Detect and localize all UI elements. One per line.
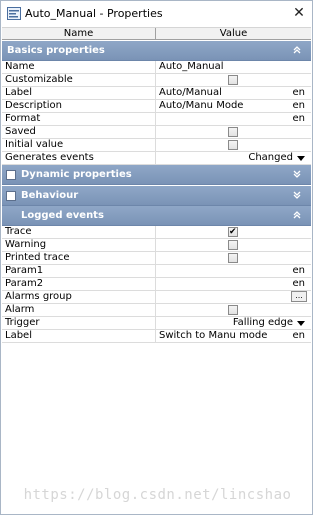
section-behaviour-checkbox[interactable] [6, 191, 16, 201]
language-badge[interactable]: en [293, 278, 306, 290]
trace-checkbox[interactable] [228, 226, 238, 238]
property-value[interactable]: en [156, 278, 311, 290]
property-value [156, 226, 311, 238]
alarms-group-browse-button[interactable]: ... [291, 291, 307, 302]
section-dynamic-label: Dynamic properties [21, 169, 132, 180]
property-value [156, 139, 311, 151]
chevron-double-down-icon[interactable] [291, 189, 303, 201]
property-name: Saved [2, 126, 156, 138]
property-name: Trigger [2, 317, 156, 329]
property-row-label[interactable]: Label Auto/Manual en [2, 87, 311, 100]
section-dynamic-properties[interactable]: Dynamic properties [2, 165, 311, 185]
title-bar[interactable]: Auto_Manual - Properties ✕ [1, 1, 312, 26]
property-row-alarm[interactable]: Alarm [2, 304, 311, 317]
property-name: Label [2, 330, 156, 342]
section-logged-events[interactable]: Logged events [2, 206, 311, 226]
property-name: Label [2, 87, 156, 99]
chevron-double-down-icon[interactable] [291, 168, 303, 180]
property-row-trace[interactable]: Trace [2, 226, 311, 239]
property-row-alarms-group[interactable]: Alarms group ... [2, 291, 311, 304]
property-row-initial-value[interactable]: Initial value [2, 139, 311, 152]
property-row-param2[interactable]: Param2 en [2, 278, 311, 291]
property-value[interactable]: en [156, 265, 311, 277]
property-row-name[interactable]: Name Auto_Manual [2, 61, 311, 74]
property-row-generates-events[interactable]: Generates events Changed [2, 152, 311, 165]
logged-events-rows: Trace Warning Printed trace Param1 en [2, 226, 311, 343]
property-name: Description [2, 100, 156, 112]
property-name: Generates events [2, 152, 156, 164]
property-name: Param1 [2, 265, 156, 277]
description-value-input[interactable]: Auto/Manu Mode [159, 100, 243, 111]
property-value [156, 74, 311, 86]
language-badge[interactable]: en [293, 330, 306, 342]
property-value [156, 126, 311, 138]
property-name: Alarms group [2, 291, 156, 303]
property-value [156, 304, 311, 316]
properties-app-icon [7, 7, 21, 20]
property-value-input[interactable]: Auto_Manual [156, 61, 311, 73]
property-row-printed-trace[interactable]: Printed trace [2, 252, 311, 265]
property-row-param1[interactable]: Param1 en [2, 265, 311, 278]
section-dynamic-checkbox[interactable] [6, 170, 16, 180]
dropdown-selected-value: Changed [248, 152, 293, 163]
language-badge[interactable]: en [293, 87, 306, 99]
property-row-saved[interactable]: Saved [2, 126, 311, 139]
property-row-trigger[interactable]: Trigger Falling edge [2, 317, 311, 330]
property-name: Initial value [2, 139, 156, 151]
property-value [156, 239, 311, 251]
section-behaviour[interactable]: Behaviour [2, 186, 311, 206]
property-name: Warning [2, 239, 156, 251]
section-basics-label: Basics properties [7, 45, 105, 56]
property-name: Format [2, 113, 156, 125]
property-row-logged-label[interactable]: Label Switch to Manu mode en [2, 330, 311, 343]
saved-checkbox[interactable] [228, 127, 238, 137]
property-value[interactable]: Auto/Manu Mode en [156, 100, 311, 112]
column-header: Name Value [2, 27, 311, 40]
basics-rows: Name Auto_Manual Customizable Label Auto… [2, 61, 311, 165]
property-name: Alarm [2, 304, 156, 316]
property-row-format[interactable]: Format en [2, 113, 311, 126]
dropdown-arrow-icon[interactable] [297, 156, 305, 161]
close-button[interactable]: ✕ [288, 3, 310, 23]
property-row-warning[interactable]: Warning [2, 239, 311, 252]
chevron-double-up-icon[interactable] [291, 209, 303, 221]
section-logged-label: Logged events [21, 210, 104, 221]
property-name: Trace [2, 226, 156, 238]
language-badge[interactable]: en [293, 265, 306, 277]
property-value[interactable]: en [156, 113, 311, 125]
column-header-name[interactable]: Name [2, 28, 156, 40]
dropdown-selected-value: Falling edge [232, 317, 293, 328]
generates-events-dropdown[interactable]: Changed [156, 152, 311, 164]
window-title: Auto_Manual - Properties [25, 7, 163, 20]
property-value: ... [156, 291, 311, 303]
trigger-dropdown[interactable]: Falling edge [156, 317, 311, 329]
property-value[interactable]: Switch to Manu mode en [156, 330, 311, 342]
property-name: Param2 [2, 278, 156, 290]
warning-checkbox[interactable] [228, 240, 238, 250]
chevron-double-up-icon[interactable] [291, 44, 303, 56]
property-name: Name [2, 61, 156, 73]
property-name: Customizable [2, 74, 156, 86]
language-badge[interactable]: en [293, 100, 306, 112]
customizable-checkbox[interactable] [228, 75, 238, 85]
logged-label-value-input[interactable]: Switch to Manu mode [159, 330, 267, 341]
property-value [156, 252, 311, 264]
dropdown-arrow-icon[interactable] [297, 321, 305, 326]
initial-value-checkbox[interactable] [228, 140, 238, 150]
property-value[interactable]: Auto/Manual en [156, 87, 311, 99]
property-row-customizable[interactable]: Customizable [2, 74, 311, 87]
watermark: https://blog.csdn.net/lincshao [23, 487, 292, 503]
alarm-checkbox[interactable] [228, 305, 238, 315]
printed-trace-checkbox[interactable] [228, 253, 238, 263]
property-row-description[interactable]: Description Auto/Manu Mode en [2, 100, 311, 113]
properties-window: Auto_Manual - Properties ✕ Name Value Ba… [0, 0, 313, 515]
column-header-value[interactable]: Value [156, 28, 311, 40]
property-name: Printed trace [2, 252, 156, 264]
language-badge[interactable]: en [293, 113, 306, 125]
close-icon: ✕ [293, 5, 305, 21]
section-behaviour-label: Behaviour [21, 190, 79, 201]
section-basics-properties[interactable]: Basics properties [2, 41, 311, 61]
label-value-input[interactable]: Auto/Manual [159, 87, 222, 98]
